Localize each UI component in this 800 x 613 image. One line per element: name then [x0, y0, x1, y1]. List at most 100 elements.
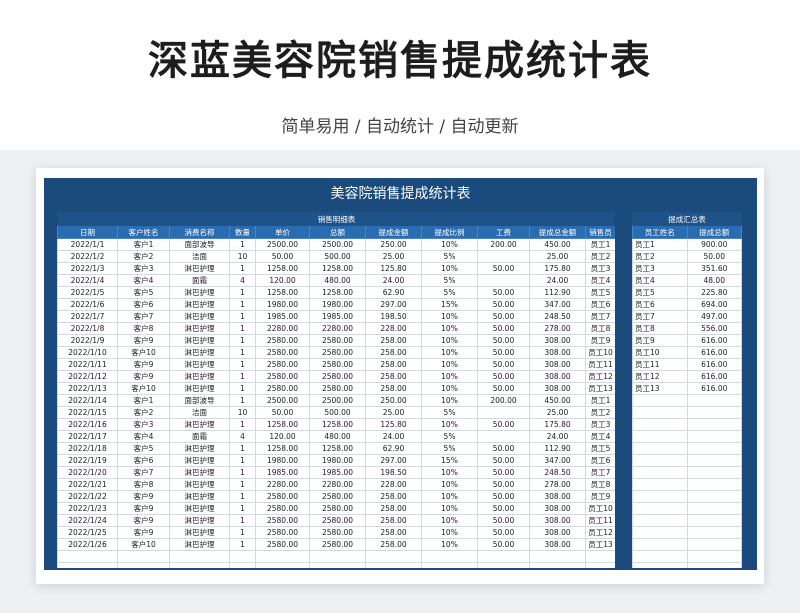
table-cell[interactable]: 1985.00	[255, 310, 310, 323]
table-cell[interactable]: 10%	[421, 382, 478, 395]
empty-cell[interactable]	[686, 430, 742, 443]
table-cell[interactable]: 308.00	[529, 538, 586, 551]
table-cell[interactable]: 面霜	[169, 274, 230, 287]
table-cell[interactable]: 112.90	[529, 286, 586, 299]
table-cell[interactable]: 淋巴护理	[169, 346, 230, 359]
table-cell[interactable]: 250.00	[365, 238, 422, 251]
table-cell[interactable]	[477, 274, 530, 287]
table-cell[interactable]: 淋巴护理	[169, 418, 230, 431]
table-cell[interactable]: 客户9	[117, 490, 170, 503]
table-cell[interactable]: 1	[229, 502, 256, 515]
table-cell[interactable]: 1985.00	[309, 310, 366, 323]
empty-cell[interactable]	[632, 550, 688, 563]
table-cell[interactable]: 351.60	[686, 262, 742, 275]
table-cell[interactable]: 淋巴护理	[169, 478, 230, 491]
table-cell[interactable]: 258.00	[365, 502, 422, 515]
empty-cell[interactable]	[117, 562, 170, 568]
table-cell[interactable]: 48.00	[686, 274, 742, 287]
table-cell[interactable]: 1	[229, 490, 256, 503]
empty-cell[interactable]	[632, 406, 688, 419]
table-cell[interactable]: 淋巴护理	[169, 358, 230, 371]
table-cell[interactable]: 客户7	[117, 310, 170, 323]
table-cell[interactable]: 25.00	[529, 250, 586, 263]
table-cell[interactable]: 1	[229, 538, 256, 551]
table-cell[interactable]: 258.00	[365, 358, 422, 371]
table-cell[interactable]: 258.00	[365, 526, 422, 539]
table-cell[interactable]: 258.00	[365, 370, 422, 383]
empty-cell[interactable]	[57, 550, 118, 563]
table-cell[interactable]: 198.50	[365, 310, 422, 323]
table-cell[interactable]: 1	[229, 526, 256, 539]
empty-cell[interactable]	[632, 394, 688, 407]
table-cell[interactable]: 1985.00	[255, 466, 310, 479]
table-cell[interactable]: 1258.00	[309, 418, 366, 431]
table-cell[interactable]: 62.90	[365, 286, 422, 299]
table-cell[interactable]: 258.00	[365, 334, 422, 347]
empty-cell[interactable]	[686, 502, 742, 515]
empty-cell[interactable]	[686, 478, 742, 491]
table-cell[interactable]: 1	[229, 382, 256, 395]
table-cell[interactable]: 10	[229, 250, 256, 263]
table-cell[interactable]: 5%	[421, 442, 478, 455]
table-cell[interactable]: 客户10	[117, 346, 170, 359]
table-cell[interactable]: 2280.00	[309, 478, 366, 491]
table-cell[interactable]: 2580.00	[255, 334, 310, 347]
table-cell[interactable]: 员工12	[584, 370, 615, 383]
table-cell[interactable]: 50.00	[477, 298, 530, 311]
table-cell[interactable]: 248.50	[529, 466, 586, 479]
table-cell[interactable]: 1980.00	[255, 298, 310, 311]
table-cell[interactable]: 1258.00	[309, 442, 366, 455]
table-cell[interactable]: 员工6	[584, 298, 615, 311]
table-cell[interactable]: 员工2	[584, 406, 615, 419]
empty-cell[interactable]	[255, 562, 310, 568]
table-cell[interactable]: 洁面	[169, 250, 230, 263]
table-cell[interactable]: 1258.00	[255, 442, 310, 455]
table-cell[interactable]: 1	[229, 454, 256, 467]
table-cell[interactable]: 2580.00	[255, 370, 310, 383]
empty-cell[interactable]	[365, 550, 422, 563]
empty-cell[interactable]	[632, 562, 688, 568]
table-cell[interactable]: 2022/1/13	[57, 382, 118, 395]
table-cell[interactable]: 15%	[421, 454, 478, 467]
table-cell[interactable]: 50.00	[477, 262, 530, 275]
table-cell[interactable]: 50.00	[686, 250, 742, 263]
table-cell[interactable]: 258.00	[365, 382, 422, 395]
table-cell[interactable]: 1	[229, 442, 256, 455]
table-cell[interactable]: 258.00	[365, 346, 422, 359]
table-cell[interactable]: 淋巴护理	[169, 538, 230, 551]
empty-cell[interactable]	[686, 406, 742, 419]
table-cell[interactable]: 10%	[421, 418, 478, 431]
table-cell[interactable]: 2022/1/19	[57, 454, 118, 467]
table-cell[interactable]: 员工9	[584, 334, 615, 347]
table-cell[interactable]: 客户7	[117, 466, 170, 479]
table-cell[interactable]: 1	[229, 334, 256, 347]
table-cell[interactable]: 24.00	[365, 430, 422, 443]
table-cell[interactable]: 客户6	[117, 454, 170, 467]
table-cell[interactable]: 员工2	[632, 250, 688, 263]
table-cell[interactable]: 50.00	[477, 322, 530, 335]
table-cell[interactable]: 员工9	[632, 334, 688, 347]
table-cell[interactable]: 1	[229, 286, 256, 299]
table-cell[interactable]: 客户5	[117, 442, 170, 455]
table-cell[interactable]: 10%	[421, 358, 478, 371]
table-cell[interactable]: 308.00	[529, 514, 586, 527]
table-cell[interactable]: 1980.00	[255, 454, 310, 467]
table-cell[interactable]: 淋巴护理	[169, 526, 230, 539]
table-cell[interactable]: 2580.00	[309, 514, 366, 527]
table-cell[interactable]: 员工4	[632, 274, 688, 287]
table-cell[interactable]: 25.00	[529, 406, 586, 419]
table-cell[interactable]: 2580.00	[255, 514, 310, 527]
empty-cell[interactable]	[421, 550, 478, 563]
table-cell[interactable]: 228.00	[365, 322, 422, 335]
table-cell[interactable]: 175.80	[529, 418, 586, 431]
table-cell[interactable]: 淋巴护理	[169, 382, 230, 395]
empty-cell[interactable]	[632, 442, 688, 455]
table-cell[interactable]: 淋巴护理	[169, 334, 230, 347]
table-cell[interactable]: 1	[229, 238, 256, 251]
table-cell[interactable]	[477, 250, 530, 263]
table-cell[interactable]: 694.00	[686, 298, 742, 311]
empty-cell[interactable]	[632, 502, 688, 515]
table-cell[interactable]: 员工5	[584, 442, 615, 455]
empty-cell[interactable]	[584, 550, 615, 563]
table-cell[interactable]: 面部波导	[169, 238, 230, 251]
